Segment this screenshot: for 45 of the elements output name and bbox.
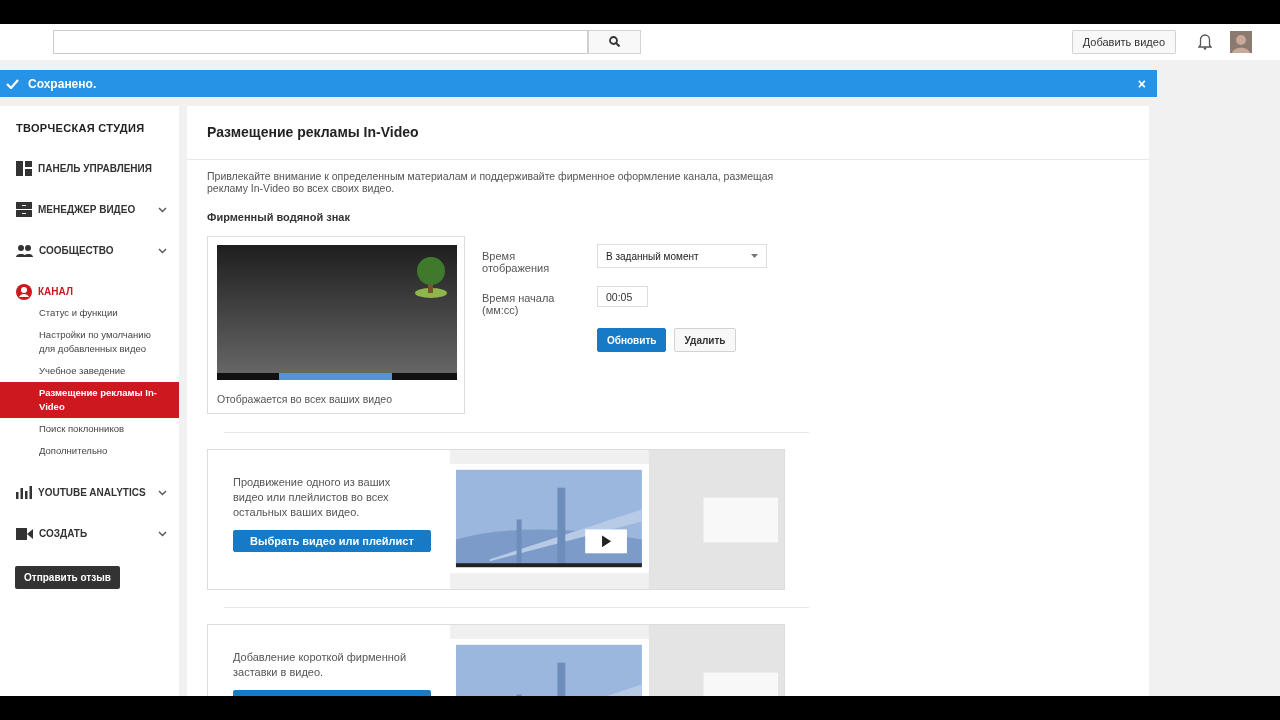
video-manager-icon	[16, 202, 32, 217]
sidebar-item[interactable]: СООБЩЕСТВО	[0, 230, 179, 271]
sidebar-subitem[interactable]: Учебное заведение	[0, 360, 179, 382]
chevron-down-icon	[158, 206, 167, 213]
chevron-down-icon	[158, 489, 167, 496]
promo-text: Продвижение одного из ваших видео или плейлистов во всех остальных ваших видео.	[233, 475, 392, 520]
delete-button[interactable]: Удалить	[674, 328, 736, 352]
watermark-caption: Отображается во всех ваших видео	[217, 393, 393, 405]
sidebar-subitem[interactable]: Дополнительно	[0, 440, 179, 462]
bar-chart-icon	[16, 486, 32, 499]
sidebar-title: ТВОРЧЕСКАЯ СТУДИЯ	[15, 122, 146, 134]
caret-icon	[751, 254, 758, 258]
sidebar-item[interactable]: СОЗДАТЬ	[0, 513, 179, 554]
page-title: Размещение рекламы In-Video	[187, 106, 1149, 160]
search-icon	[609, 36, 620, 47]
chevron-down-icon	[158, 247, 167, 254]
description: Привлекайте внимание к определенным материалам и поддерживайте фирменное оформление канала, размещая рекламу In-Video во всех своих видео.	[207, 170, 775, 194]
display-time-dropdown[interactable]: В заданный момент	[597, 244, 767, 268]
sidebar-item[interactable]: ПАНЕЛЬ УПРАВЛЕНИЯ	[0, 148, 179, 189]
sidebar-subitem[interactable]: Настройки по умолчанию для добавленных видео	[0, 324, 179, 360]
search-field[interactable]	[53, 30, 588, 54]
dashboard-icon	[16, 161, 32, 176]
search-button[interactable]	[588, 29, 641, 54]
promo-button[interactable]: Выбрать видео или плейлист	[233, 530, 431, 552]
user-icon	[16, 283, 32, 300]
start-time-label: Время начала (мм:сс)	[482, 291, 556, 316]
avatar[interactable]	[1230, 31, 1252, 53]
notification-bell-icon[interactable]	[1198, 34, 1212, 50]
sidebar-item[interactable]: YOUTUBE ANALYTICS	[0, 472, 179, 513]
sidebar-subitem[interactable]: Статус и функции	[0, 302, 179, 324]
sidebar-subitem[interactable]: Поиск поклонников	[0, 418, 179, 440]
display-time-label: Время отображения	[482, 249, 551, 274]
video-camera-icon	[16, 527, 33, 540]
update-button[interactable]: Обновить	[597, 328, 667, 352]
chevron-down-icon	[158, 530, 167, 537]
sidebar-subitem[interactable]: Размещение рекламы In-Video	[0, 382, 179, 418]
people-icon	[16, 244, 33, 257]
sidebar-item[interactable]: МЕНЕДЖЕР ВИДЕО	[0, 189, 179, 230]
checkmark-icon	[6, 78, 19, 89]
promo-text: Добавление короткой фирменной заставки в видео.	[233, 650, 408, 680]
section-heading: Фирменный водяной знак	[207, 211, 351, 223]
banner-message: Сохранено.	[28, 76, 97, 91]
feedback-button[interactable]: Отправить отзыв	[15, 566, 120, 589]
upload-button[interactable]: Добавить видео	[1071, 30, 1176, 54]
start-time-field[interactable]: 00:05	[597, 286, 648, 307]
